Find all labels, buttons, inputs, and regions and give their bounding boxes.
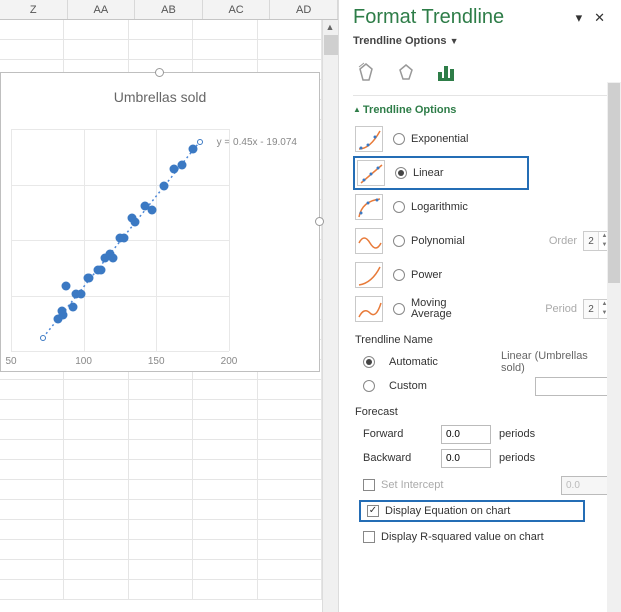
column-headers: Z AA AB AC AD [0,0,338,20]
col-header[interactable]: AA [68,0,136,19]
close-icon[interactable]: ✕ [588,8,611,28]
pane-category-icons [355,61,611,83]
radio[interactable] [363,356,375,368]
option-moving-average[interactable]: MovingAverage Period ▲▼ [355,292,611,326]
period-label: Period [545,303,577,315]
trendline-options-icon[interactable] [435,61,457,83]
forecast-backward-row: Backward periods [363,446,611,470]
embedded-chart[interactable]: Umbrellas sold y = 0.45x - 19.074 0 50 1… [0,72,320,372]
power-curve-icon [355,262,383,288]
x-tick: 50 [5,356,16,367]
radio[interactable] [393,133,405,145]
scroll-thumb[interactable] [608,83,620,283]
radio[interactable] [393,201,405,213]
section-trendline-options[interactable]: ▲Trendline Options [353,104,611,116]
col-header[interactable]: AB [135,0,203,19]
x-tick: 100 [75,356,92,367]
checkbox[interactable] [363,479,375,491]
moving-average-curve-icon [355,296,383,322]
radio[interactable] [393,235,405,247]
x-tick: 200 [221,356,238,367]
radio[interactable] [395,167,407,179]
plot-area[interactable]: 0 50 100 150 200 [11,129,229,351]
forward-input[interactable] [441,425,491,444]
chart-resize-handle[interactable] [315,217,324,226]
order-label: Order [549,235,577,247]
backward-input[interactable] [441,449,491,468]
name-automatic-row[interactable]: Automatic Linear (Umbrellas sold) [363,350,611,374]
format-trendline-pane: Format Trendline ▾ ✕ Trendline Options ▼… [338,0,621,612]
x-tick: 150 [148,356,165,367]
name-custom-row[interactable]: Custom [363,374,611,398]
checkbox[interactable] [367,505,379,517]
option-logarithmic[interactable]: Logarithmic [355,190,611,224]
pane-dropdown-icon[interactable]: ▾ [570,8,589,28]
checkbox[interactable] [363,531,375,543]
pane-scrollbar[interactable] [607,82,621,612]
scroll-up-arrow-icon[interactable]: ▲ [323,20,337,34]
trendline-name-heading: Trendline Name [355,334,611,346]
custom-name-input[interactable] [535,377,611,396]
forecast-heading: Forecast [355,406,611,418]
col-header[interactable]: AD [270,0,338,19]
automatic-name-value: Linear (Umbrellas sold) [501,350,611,374]
logarithmic-curve-icon [355,194,383,220]
pane-subtitle[interactable]: Trendline Options ▼ [353,35,611,47]
pane-title: Format Trendline [353,6,570,29]
chart-title[interactable]: Umbrellas sold [1,73,319,105]
effects-icon[interactable] [395,61,417,83]
vertical-scrollbar[interactable]: ▲ [322,20,338,612]
option-polynomial[interactable]: Polynomial Order ▲▼ [355,224,611,258]
intercept-input [561,476,611,495]
forecast-forward-row: Forward periods [363,422,611,446]
set-intercept-row[interactable]: Set Intercept [363,474,611,496]
option-exponential[interactable]: Exponential [355,122,611,156]
col-header[interactable]: Z [0,0,68,19]
linear-curve-icon [357,160,385,186]
exponential-curve-icon [355,126,383,152]
option-power[interactable]: Power [355,258,611,292]
display-rsquared-row[interactable]: Display R-squared value on chart [363,526,611,548]
radio[interactable] [393,303,405,315]
pane-title-bar: Format Trendline ▾ ✕ [353,6,611,29]
radio[interactable] [393,269,405,281]
polynomial-curve-icon [355,228,383,254]
chart-resize-handle[interactable] [155,68,164,77]
col-header[interactable]: AC [203,0,271,19]
fill-line-icon[interactable] [355,61,377,83]
option-linear[interactable]: Linear [353,156,529,190]
radio[interactable] [363,380,375,392]
scroll-thumb[interactable] [324,35,338,55]
display-equation-row[interactable]: Display Equation on chart [359,500,585,522]
